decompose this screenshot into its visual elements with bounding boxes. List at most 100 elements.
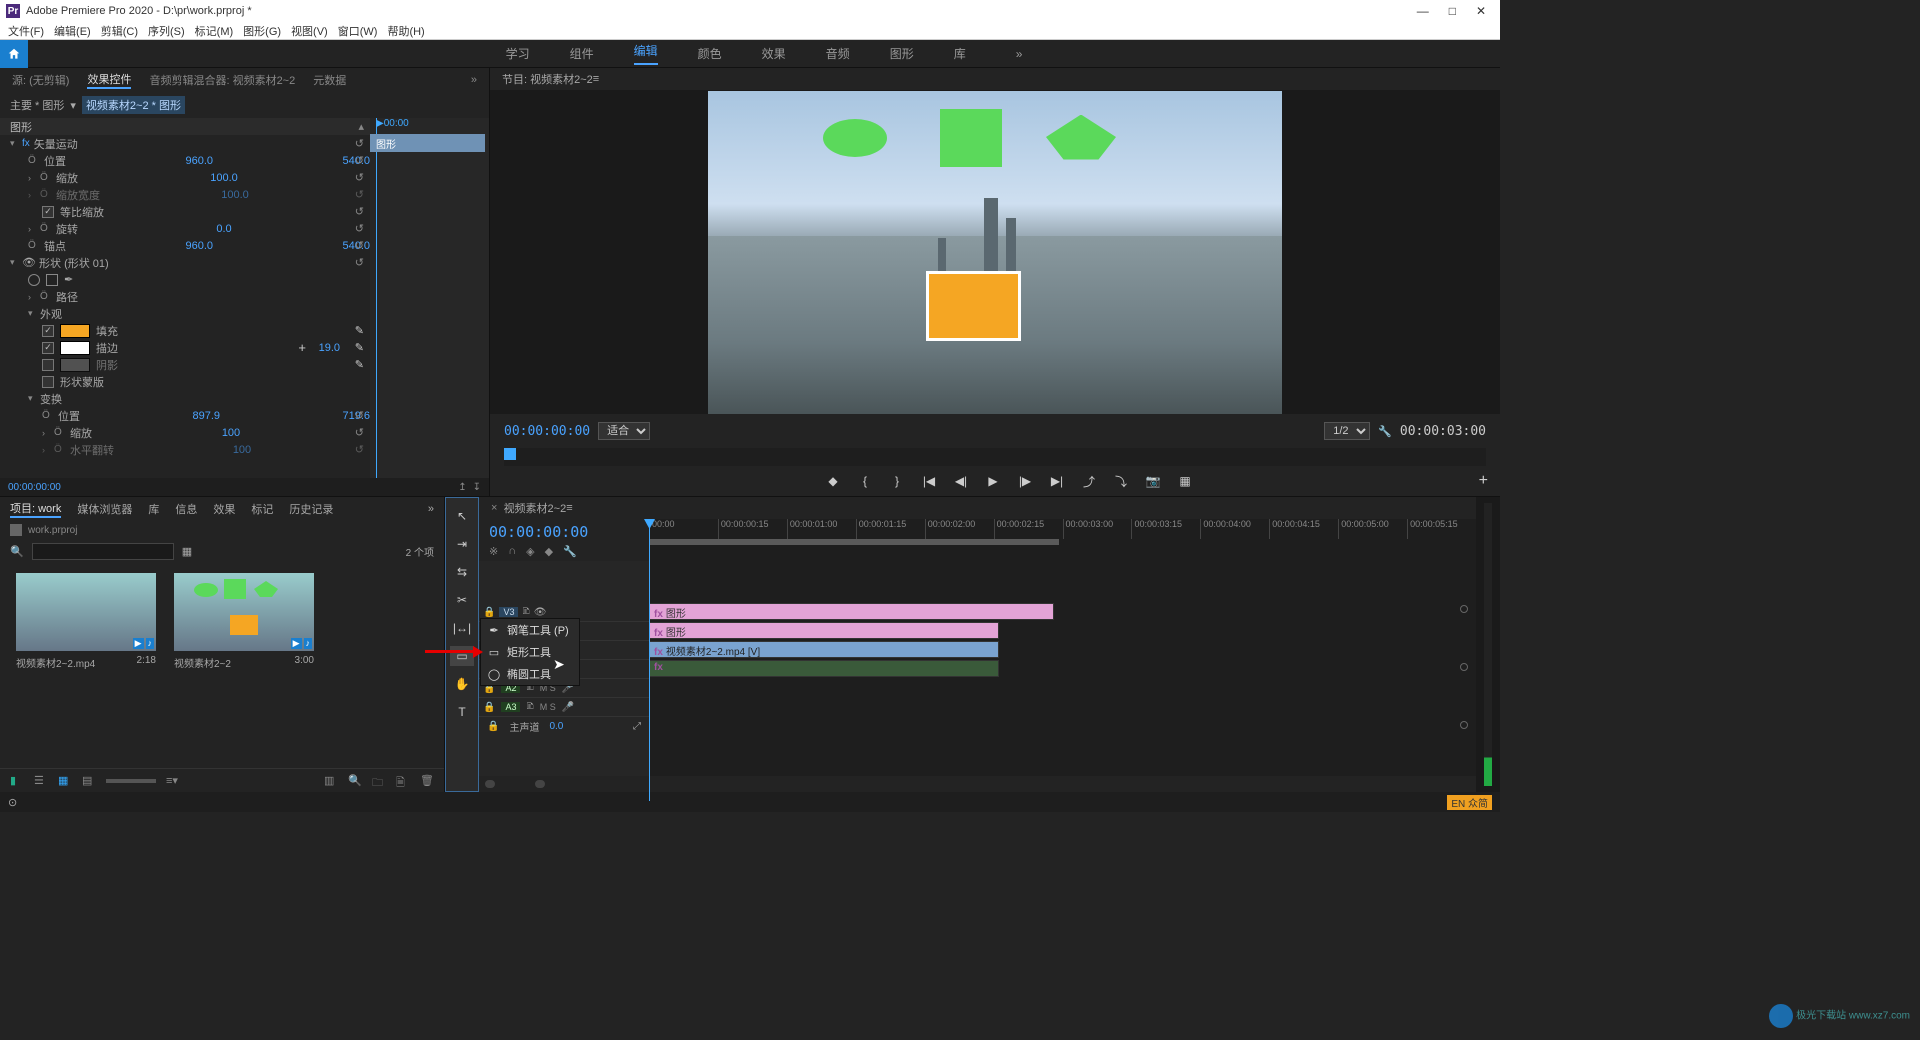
wrench-icon[interactable]: 🔧 [563,545,577,558]
link-icon[interactable]: ∩ [508,545,516,558]
clapper-icon[interactable]: ▮ [10,774,24,788]
export-frame-button[interactable]: 📷 [1144,472,1162,490]
razor-tool[interactable]: ✂ [450,590,474,610]
snap-icon[interactable]: ※ [489,545,498,558]
ec-stroke-checkbox[interactable]: ✓ [42,342,54,354]
thumbnail[interactable]: ▶♪ [16,573,156,651]
shape-rectangle[interactable] [940,109,1002,167]
hscroll-handle-right[interactable] [535,780,545,788]
program-scrubber[interactable] [504,448,1486,466]
tab-media-browser[interactable]: 媒体浏览器 [77,501,132,517]
ec-shadow-swatch[interactable] [60,358,90,372]
reset-icon[interactable]: ↺ [355,137,364,150]
popin-icon[interactable]: ↥ [458,482,466,493]
project-item[interactable]: ▶♪ 视频素材2~2.mp42:18 [16,573,156,758]
project-tabs-more[interactable]: » [428,503,434,515]
eye-icon[interactable]: 👁 [22,256,36,269]
workspace-effects[interactable]: 效果 [762,45,786,62]
ec-fill-swatch[interactable] [60,324,90,338]
trash-icon[interactable]: 🗑 [420,774,434,788]
ec-mini-timeline[interactable]: ▶00:00 图形 [370,118,489,478]
marker-icon[interactable]: ◈ [526,545,534,558]
tab-metadata[interactable]: 元数据 [313,72,346,88]
workspace-audio[interactable]: 音频 [826,45,850,62]
ec-shadow-checkbox[interactable] [42,359,54,371]
tab-info[interactable]: 信息 [175,501,197,517]
new-bin-icon[interactable]: 🗀 [372,774,386,788]
zoom-select[interactable]: 适合 [598,422,650,440]
ec-tposition-x[interactable]: 897.9 [192,410,220,422]
program-timecode[interactable]: 00:00:00:00 [504,424,590,439]
maximize-button[interactable]: □ [1449,4,1456,18]
step-forward-button[interactable]: |▶ [1016,472,1034,490]
shape-tool-menu[interactable]: ✒钢笔工具 (P) ▭矩形工具 ◯椭圆工具 [480,618,580,686]
keyframe-handle[interactable] [1460,605,1468,613]
menu-clip[interactable]: 剪辑(C) [101,23,138,39]
language-indicator[interactable]: EN 众简 [1447,795,1492,810]
workspace-more[interactable]: » [1016,47,1023,61]
eyedropper-icon[interactable]: ✎ [355,358,364,371]
settings-icon[interactable]: ◆ [545,545,553,558]
program-monitor[interactable] [490,90,1500,414]
in-button[interactable]: { [856,472,874,490]
workspace-assembly[interactable]: 组件 [570,45,594,62]
timeline-tab[interactable]: 视频素材2~2 [504,500,567,516]
timeline-tracks[interactable]: fx图形 fx图形 fx视频素材2~2.mp4 [V] fx [649,561,1476,776]
menu-graphics[interactable]: 图形(G) [243,23,281,39]
add-stroke-button[interactable]: + [298,340,306,355]
keyframe-handle[interactable] [1460,663,1468,671]
clip-v1[interactable]: fx视频素材2~2.mp4 [V] [649,641,999,658]
ec-stroke-swatch[interactable] [60,341,90,355]
goto-in-button[interactable]: |◀ [920,472,938,490]
hand-tool[interactable]: ✋ [450,674,474,694]
workspace-library[interactable]: 库 [954,45,966,62]
tab-audio-mixer[interactable]: 音频剪辑混合器: 视频素材2~2 [149,72,295,88]
work-area-bar[interactable] [649,539,1059,545]
program-tab[interactable]: 节目: 视频素材2~2 [502,71,593,87]
track-a3[interactable]: A3 [501,702,520,712]
ec-position-x[interactable]: 960.0 [185,155,213,167]
source-tabs-more[interactable]: » [471,74,477,86]
menu-help[interactable]: 帮助(H) [387,23,424,39]
type-tool[interactable]: T [450,702,474,722]
workspace-graphics[interactable]: 图形 [890,45,914,62]
project-item[interactable]: ▶♪ 视频素材2~23:00 [174,573,314,758]
tab-project[interactable]: 项目: work [10,500,61,518]
workspace-color[interactable]: 颜色 [698,45,722,62]
project-search-input[interactable] [32,543,174,560]
pen-tool-item[interactable]: ✒钢笔工具 (P) [481,619,579,641]
ec-rotate-value[interactable]: 0.0 [216,223,231,235]
find-icon[interactable]: 🔍 [348,774,362,788]
zoom-slider[interactable] [106,779,156,783]
shape-selected-rect[interactable] [926,271,1021,341]
resolution-select[interactable]: 1/2 [1324,422,1370,440]
ec-vector-motion[interactable]: 矢量运动 [34,136,78,152]
clip-a1[interactable]: fx [649,660,999,677]
pen-rect-tool[interactable]: ▭ [450,646,474,666]
tab-library[interactable]: 库 [148,501,159,517]
menu-file[interactable]: 文件(F) [8,23,44,39]
menu-window[interactable]: 窗口(W) [338,23,378,39]
auto-seq-icon[interactable]: ▥ [324,774,338,788]
timeline-ruler[interactable]: 00:0000:00:00:1500:00:01:0000:00:01:1500… [649,519,1476,539]
track-v3[interactable]: V3 [499,607,518,617]
icon-view-icon[interactable]: ▦ [58,774,72,788]
home-button[interactable] [0,40,28,68]
workspace-learn[interactable]: 学习 [506,45,530,62]
pen-icon[interactable]: ✒ [64,273,73,286]
add-button[interactable]: + [1479,472,1488,490]
ec-stroke-value[interactable]: 19.0 [319,342,340,354]
compare-button[interactable]: ▦ [1176,472,1194,490]
ec-shape-label[interactable]: 形状 (形状 01) [39,255,109,271]
clip-v3[interactable]: fx图形 [649,603,1054,620]
slip-tool[interactable]: |↔| [450,618,474,638]
track-master[interactable]: 主声道 [509,719,539,734]
tab-history[interactable]: 历史记录 [289,501,333,517]
popout-icon[interactable]: ↧ [473,482,481,493]
ec-shapemask-checkbox[interactable] [42,376,54,388]
timeline-timecode[interactable]: 00:00:00:00 [489,523,639,541]
freeform-view-icon[interactable]: ▤ [82,774,96,788]
hscroll-handle-left[interactable] [485,780,495,788]
ripple-tool[interactable]: ⇆ [450,562,474,582]
tab-effects[interactable]: 效果 [213,501,235,517]
